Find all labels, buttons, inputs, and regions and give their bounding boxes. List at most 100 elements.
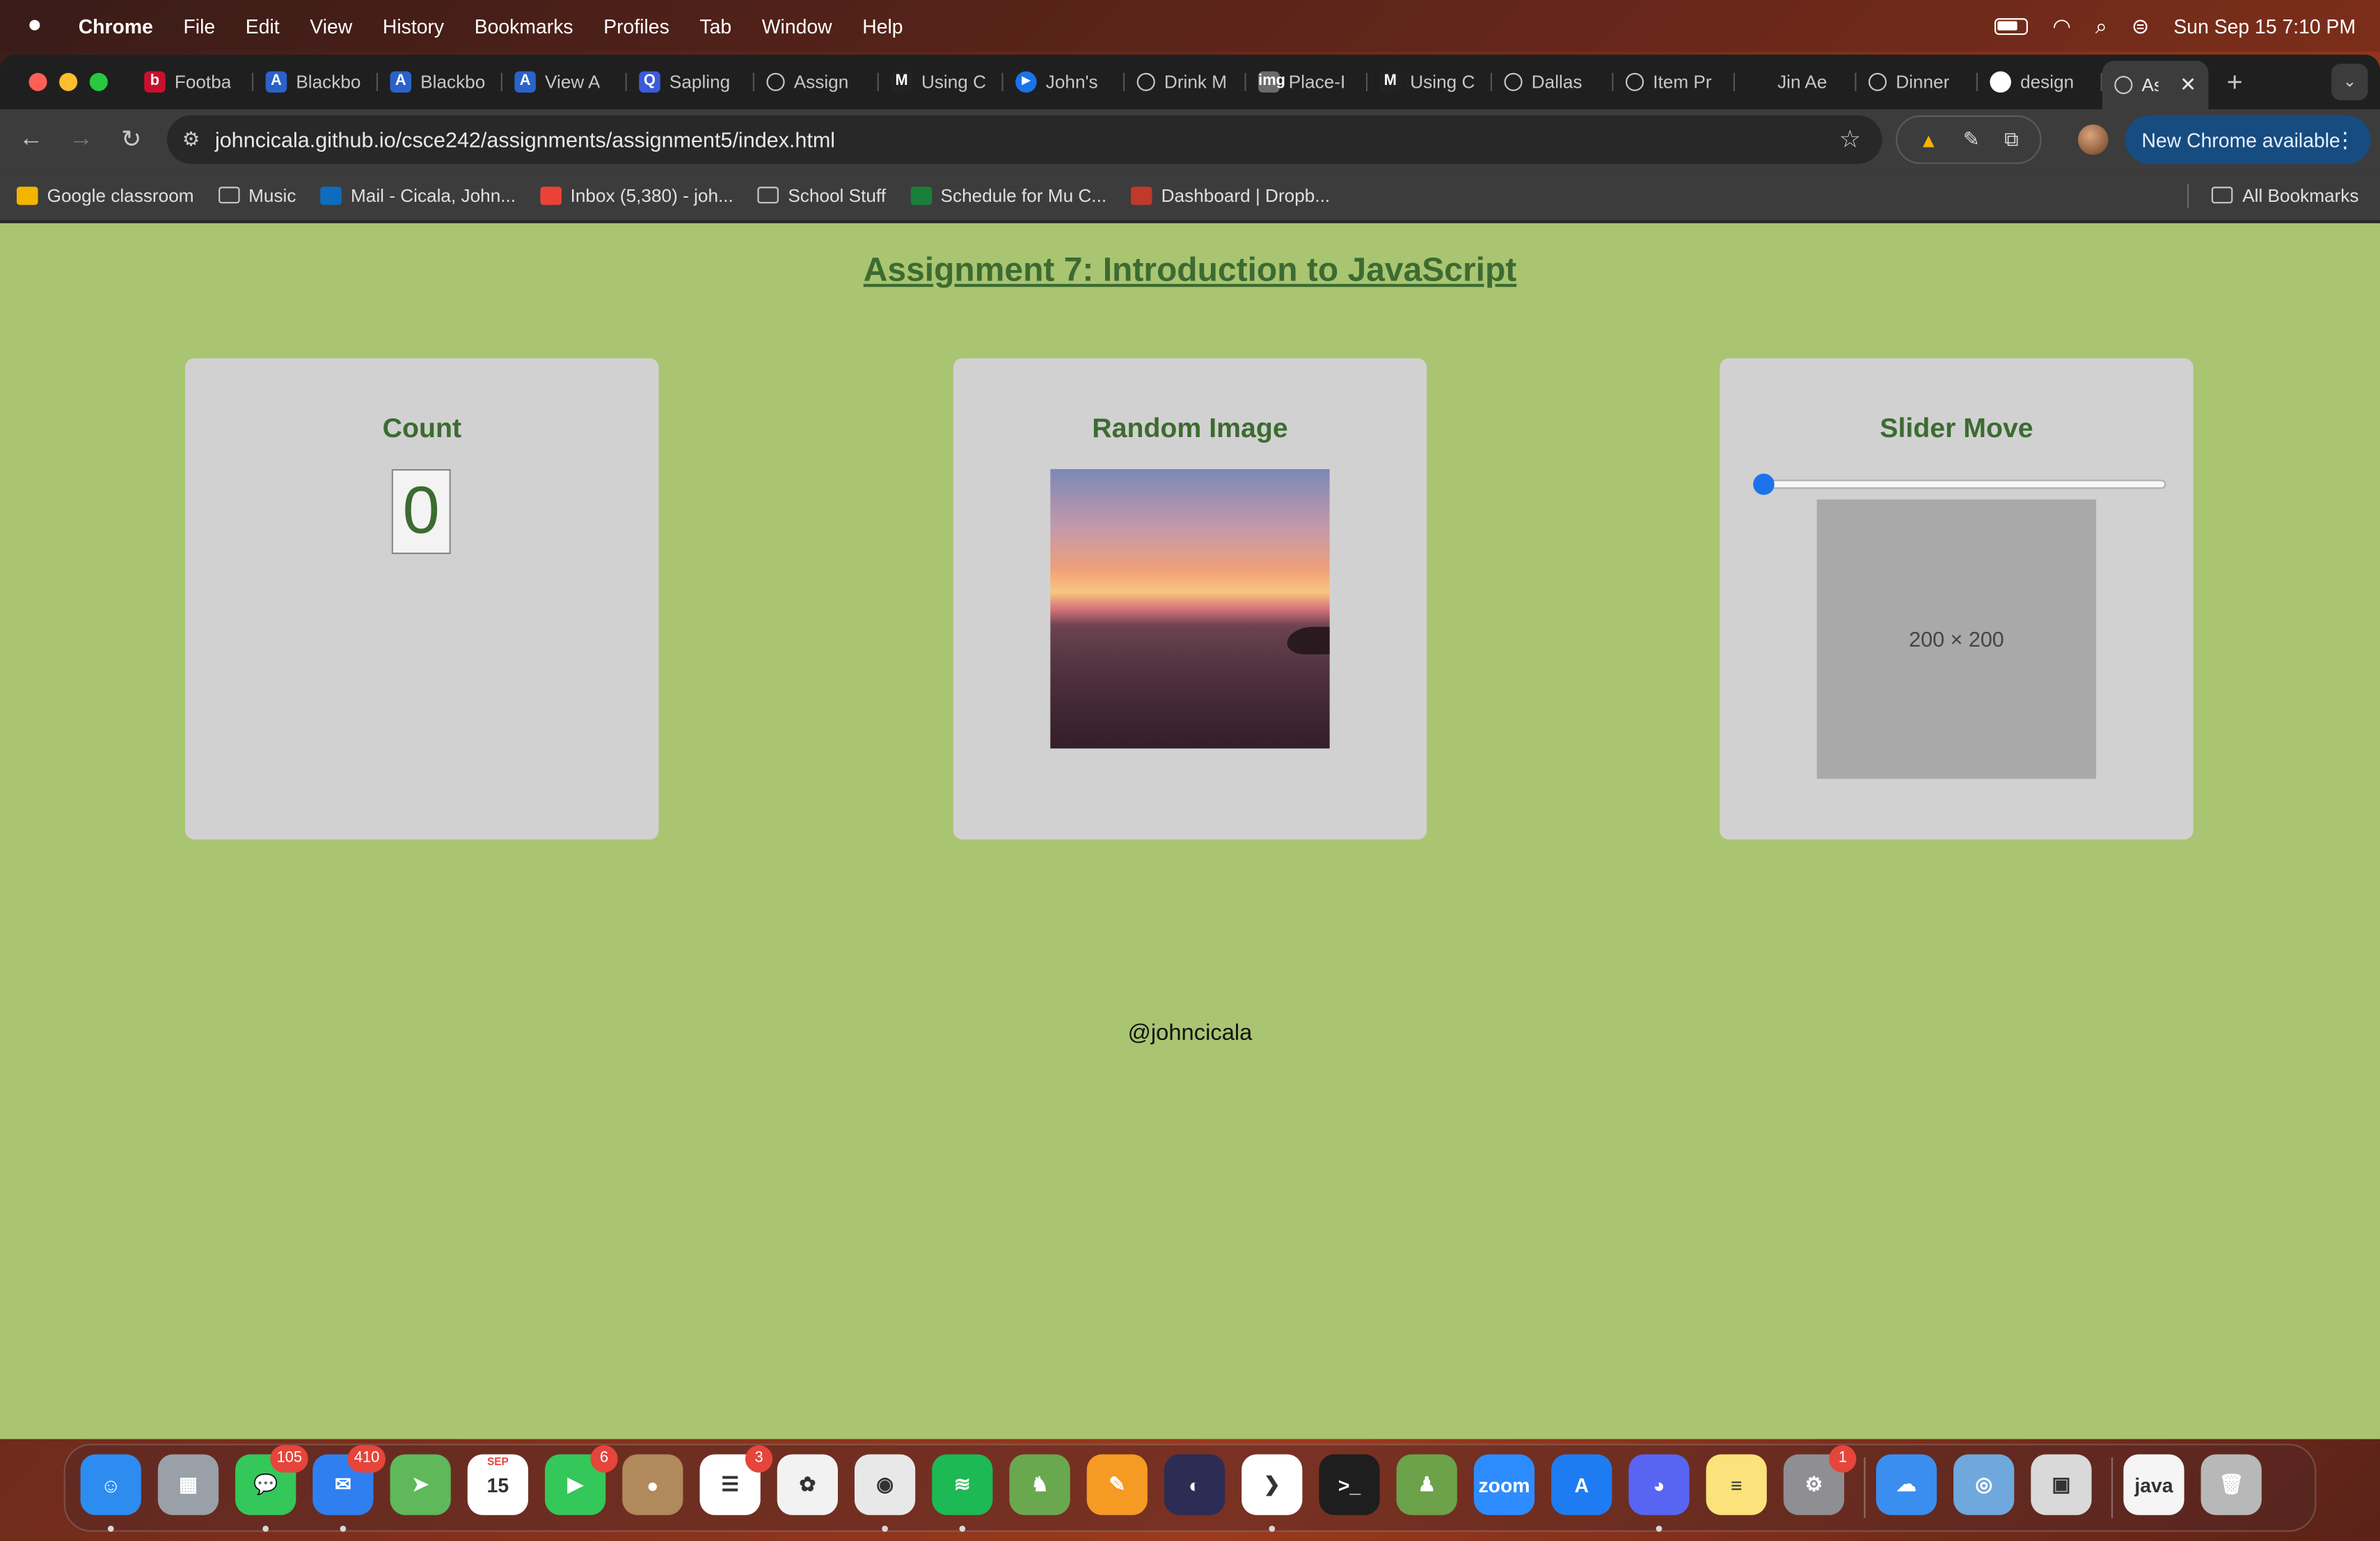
M-favicon-icon: M xyxy=(891,71,912,93)
terminal-icon[interactable]: >_ xyxy=(1319,1454,1380,1515)
preview-icon[interactable]: ▣ xyxy=(2031,1454,2092,1515)
zoom-icon[interactable]: zoom xyxy=(1473,1454,1535,1515)
tab[interactable]: Assign xyxy=(754,61,879,103)
messages-icon[interactable]: 💬 105 xyxy=(235,1445,308,1515)
tab[interactable]: ▶ John's xyxy=(1003,61,1125,103)
battery-icon[interactable] xyxy=(1994,17,2029,35)
menu-bookmarks[interactable]: Bookmarks xyxy=(475,15,573,38)
tab[interactable]: A Blackbo xyxy=(378,61,502,103)
menu-window[interactable]: Window xyxy=(762,15,832,38)
tab[interactable]: design xyxy=(1978,61,2102,103)
tab[interactable]: b Footba xyxy=(132,61,254,103)
bookmark-item[interactable]: School Stuff xyxy=(757,184,886,206)
notes-icon[interactable]: ≡ xyxy=(1706,1454,1767,1515)
tab-search-button[interactable]: ⌄ xyxy=(2331,63,2368,100)
mail-icon[interactable]: ✉ 410 xyxy=(312,1445,386,1515)
contacts-icon[interactable]: ● xyxy=(622,1454,683,1515)
discord-icon[interactable]: ◕ xyxy=(1628,1454,1690,1515)
kebab-menu-icon[interactable]: ⋮ xyxy=(2335,127,2356,152)
slider-thumb[interactable] xyxy=(1753,473,1775,496)
new-chrome-available-button[interactable]: New Chrome available ⋮ xyxy=(2125,115,2371,164)
profile-avatar[interactable] xyxy=(2077,124,2109,155)
tab[interactable]: Dallas xyxy=(1492,61,1614,103)
tab[interactable]: M Using C xyxy=(879,61,1003,103)
maps-icon[interactable]: ➤ xyxy=(390,1454,451,1515)
address-url[interactable]: johncicala.github.io/csce242/assignments… xyxy=(215,127,835,152)
tab-list: b Footba A Blackbo A Blackbo A View A Q Sapling As… xyxy=(132,55,2209,110)
tab[interactable]: A Blackbo xyxy=(253,61,379,103)
extensions-puzzle-icon[interactable]: ⧉ xyxy=(2004,127,2018,152)
network-icon[interactable]: ◎ xyxy=(1953,1454,2015,1515)
photos-icon[interactable]: ✿ xyxy=(777,1454,838,1515)
page-title[interactable]: Assignment 7: Introduction to JavaScript xyxy=(0,251,2380,290)
reminders-icon[interactable]: ☰ 3 xyxy=(699,1445,773,1515)
search-icon[interactable]: ⌕ xyxy=(2095,13,2107,39)
facetime-icon[interactable]: ▶ 6 xyxy=(545,1445,618,1515)
back-button[interactable]: ← xyxy=(6,126,56,153)
wifi-icon[interactable]: ◠ xyxy=(2052,13,2071,39)
close-window-button[interactable] xyxy=(29,72,47,91)
menu-help[interactable]: Help xyxy=(862,15,903,38)
game-icon[interactable]: ♞ xyxy=(1009,1454,1070,1515)
edit-extension-icon[interactable]: ✎ xyxy=(1963,127,1980,152)
count-display[interactable]: 0 xyxy=(391,468,451,555)
menu-clock[interactable]: Sun Sep 15 7:10 PM xyxy=(2173,15,2356,38)
random-sunset-image[interactable] xyxy=(1050,468,1330,749)
reload-button[interactable]: ↻ xyxy=(106,125,157,155)
trash-icon[interactable]: 🗑 xyxy=(2200,1454,2262,1515)
chess-icon[interactable]: ♟ xyxy=(1396,1454,1457,1515)
control-center-icon[interactable]: ⊜ xyxy=(2132,13,2150,39)
tab[interactable]: Jin Ae xyxy=(1735,61,1857,103)
close-tab-icon[interactable]: ✕ xyxy=(2180,73,2196,97)
all-bookmarks-button[interactable]: All Bookmarks xyxy=(2187,182,2358,207)
google-drive-extension-icon[interactable]: ▲ xyxy=(1919,128,1938,151)
launchpad-icon[interactable]: ▦ xyxy=(157,1454,219,1515)
menu-app-name[interactable]: Chrome xyxy=(79,15,153,38)
tab-label: Blackbo xyxy=(420,71,486,93)
menu-edit[interactable]: Edit xyxy=(246,15,280,38)
menu-tab[interactable]: Tab xyxy=(699,15,731,38)
bookmark-item[interactable]: Music xyxy=(218,184,296,206)
bookmark-item[interactable]: Schedule for Mu C... xyxy=(910,184,1106,206)
tab[interactable]: img Place-I xyxy=(1246,61,1368,103)
range-slider[interactable] xyxy=(1753,473,2166,496)
minimize-window-button[interactable] xyxy=(59,72,78,91)
tab[interactable]: Dinner xyxy=(1857,61,1978,103)
tab[interactable]: Q Sapling xyxy=(627,61,755,103)
menu-profiles[interactable]: Profiles xyxy=(603,15,669,38)
zoom-glyph: zoom xyxy=(1478,1473,1530,1496)
app-store-icon[interactable]: A xyxy=(1551,1454,1612,1515)
tab[interactable]: M Using C xyxy=(1367,61,1493,103)
tab[interactable]: A View A xyxy=(502,61,627,103)
address-bar[interactable]: ⚙ johncicala.github.io/csce242/assignmen… xyxy=(166,115,1882,164)
mail-glyph: ✉ xyxy=(335,1472,351,1496)
forward-button[interactable]: → xyxy=(56,126,106,153)
eclipse-icon[interactable]: ◐ xyxy=(1164,1454,1225,1515)
weather-icon[interactable]: ☁ xyxy=(1875,1454,1937,1515)
slider-track[interactable] xyxy=(1762,480,2166,489)
chrome-icon[interactable]: ◉ xyxy=(854,1454,916,1515)
macos-menu-bar: ● Chrome File Edit View History Bookmark… xyxy=(0,0,2380,52)
menu-history[interactable]: History xyxy=(383,15,444,38)
bookmark-item[interactable]: Google classroom xyxy=(16,184,194,206)
bookmark-item[interactable]: Dashboard | Dropb... xyxy=(1131,184,1330,206)
tab[interactable]: Drink M xyxy=(1125,61,1246,103)
menu-view[interactable]: View xyxy=(310,15,352,38)
bookmark-star-icon[interactable]: ☆ xyxy=(1839,125,1861,155)
pages-icon[interactable]: ✎ xyxy=(1086,1454,1148,1515)
site-settings-icon[interactable]: ⚙ xyxy=(182,127,200,152)
vscode-icon[interactable]: ❯ xyxy=(1241,1454,1303,1515)
finder-icon[interactable]: ☺ xyxy=(80,1454,141,1515)
bookmark-item[interactable]: Inbox (5,380) - joh... xyxy=(539,184,733,206)
bookmark-item[interactable]: Mail - Cicala, John... xyxy=(320,184,516,206)
apple-icon[interactable]: ● xyxy=(27,12,42,39)
zoom-window-button[interactable] xyxy=(89,72,108,91)
new-tab-button[interactable]: + xyxy=(2227,66,2243,98)
java-file-icon[interactable]: java xyxy=(2123,1454,2184,1515)
calendar-icon[interactable]: 15 SEP xyxy=(467,1454,529,1515)
tab-active[interactable]: As ✕ xyxy=(2102,61,2209,110)
spotify-icon[interactable]: ≋ xyxy=(932,1454,993,1515)
tab[interactable]: Item Pr xyxy=(1614,61,1736,103)
menu-file[interactable]: File xyxy=(183,15,215,38)
system-settings-icon[interactable]: ⚙ 1 xyxy=(1783,1445,1857,1515)
